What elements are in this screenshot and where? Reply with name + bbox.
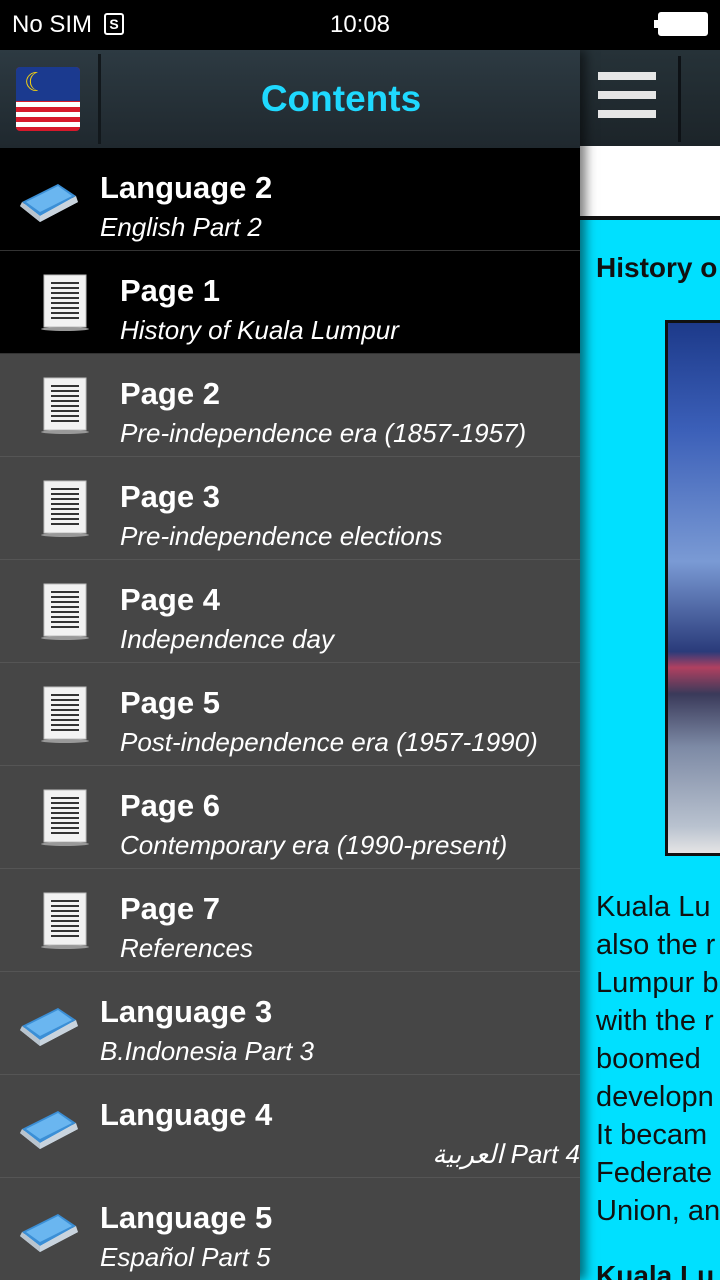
page-item[interactable]: Page 3 Pre-independence elections <box>0 457 580 560</box>
item-subtitle: Pre-independence elections <box>120 521 443 551</box>
page-item[interactable]: Page 4 Independence day <box>0 560 580 663</box>
body-line: with the r <box>596 1005 714 1037</box>
body-line: Kuala Lu <box>596 891 711 923</box>
item-title: Page 3 <box>120 479 220 514</box>
body-line: Lumpur b <box>596 967 719 999</box>
item-subtitle: Español Part 5 <box>100 1242 271 1272</box>
item-subtitle: B.Indonesia Part 3 <box>100 1036 314 1066</box>
body-line: boomed <box>596 1043 701 1075</box>
document-icon <box>40 788 90 846</box>
item-subtitle: English Part 2 <box>100 212 262 242</box>
item-title: Page 2 <box>120 376 220 411</box>
body-line: developn <box>596 1081 714 1113</box>
page-item[interactable]: Page 2 Pre-independence era (1857-1957) <box>0 354 580 457</box>
content-panel: History o Kuala Lu also the r Lumpur b with… <box>580 50 720 1280</box>
item-subtitle: Pre-independence era (1857-1957) <box>120 418 527 448</box>
book-icon <box>18 1206 80 1256</box>
item-title: Language 5 <box>100 1200 273 1235</box>
kuala-lumpur-photo <box>665 320 720 856</box>
section-heading: Kuala Lu <box>596 1260 715 1280</box>
language-item[interactable]: Language 3 B.Indonesia Part 3 <box>0 972 580 1075</box>
language-item[interactable]: Language 4 العربية Part 4 <box>0 1075 580 1178</box>
item-subtitle: History of Kuala Lumpur <box>120 315 399 345</box>
page-item[interactable]: Page 7 References <box>0 869 580 972</box>
malaysia-flag-icon <box>16 67 80 131</box>
item-title: Language 2 <box>100 170 273 205</box>
page-title: History o <box>596 252 718 283</box>
language-item[interactable]: Language 5 Español Part 5 <box>0 1178 580 1280</box>
hamburger-menu-icon[interactable] <box>598 72 656 126</box>
document-icon <box>40 685 90 743</box>
item-subtitle: Contemporary era (1990-present) <box>120 830 508 860</box>
battery-icon <box>654 12 708 36</box>
page-item[interactable]: Page 6 Contemporary era (1990-present) <box>0 766 580 869</box>
item-title: Page 6 <box>120 788 220 823</box>
navigation-drawer: Contents Language 2 English Part 2 Page 1 H… <box>0 50 580 1280</box>
content-toolbar <box>580 50 720 146</box>
item-title: Page 4 <box>120 582 220 617</box>
book-icon <box>18 1103 80 1153</box>
book-icon <box>18 176 80 226</box>
document-icon <box>40 376 90 434</box>
document-icon <box>40 582 90 640</box>
drawer-header: Contents <box>0 50 580 151</box>
body-line: also the r <box>596 929 716 961</box>
document-icon <box>40 891 90 949</box>
status-bar: No SIM S 10:08 <box>0 0 720 50</box>
item-title: Page 5 <box>120 685 220 720</box>
item-title: Language 3 <box>100 994 273 1029</box>
contents-list: Language 2 English Part 2 Page 1 History of… <box>0 148 580 1280</box>
toolbar-divider <box>678 56 681 142</box>
document-icon <box>40 479 90 537</box>
body-line: Union, an <box>596 1195 720 1227</box>
book-icon <box>18 1000 80 1050</box>
item-subtitle: References <box>120 933 253 963</box>
clock: 10:08 <box>329 11 391 38</box>
page-item[interactable]: Page 5 Post-independence era (1957-1990) <box>0 663 580 766</box>
item-subtitle: العربية Part 4 <box>432 1139 580 1169</box>
body-line: Federate <box>596 1157 713 1189</box>
item-subtitle: Post-independence era (1957-1990) <box>120 727 538 757</box>
item-title: Page 7 <box>120 891 220 926</box>
drawer-title: Contents <box>260 78 422 119</box>
body-text: Kuala Lu also the r Lumpur b with the r boom… <box>596 888 720 1230</box>
item-title: Language 4 <box>100 1097 273 1132</box>
document-icon <box>40 273 90 331</box>
item-subtitle: Independence day <box>120 624 334 654</box>
language-item[interactable]: Language 2 English Part 2 <box>0 148 580 251</box>
body-line: It becam <box>596 1119 708 1151</box>
item-title: Page 1 <box>120 273 220 308</box>
page-item[interactable]: Page 1 History of Kuala Lumpur <box>0 251 580 354</box>
content-banner <box>580 146 720 220</box>
